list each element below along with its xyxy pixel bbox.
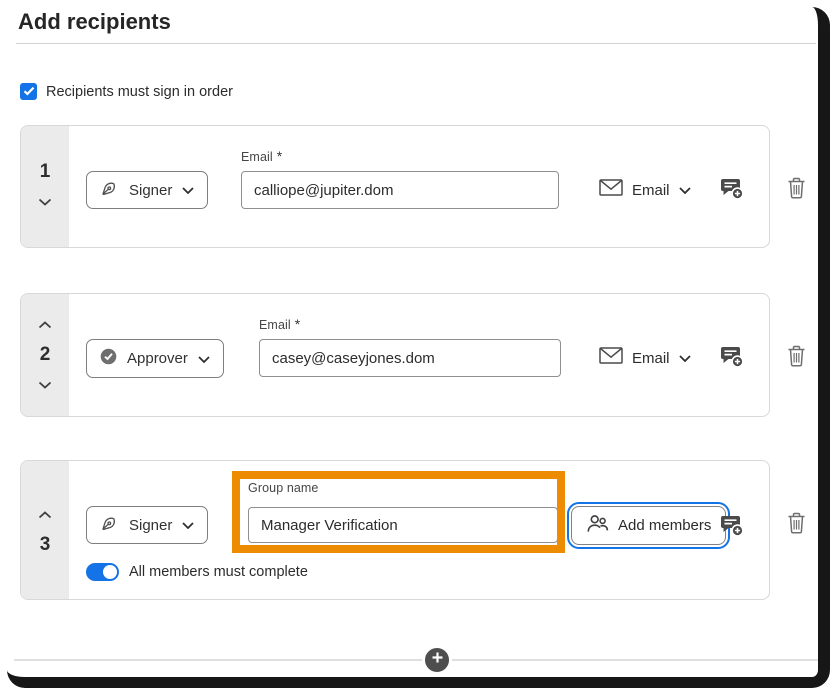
trash-icon xyxy=(786,187,807,204)
trash-icon xyxy=(786,522,807,539)
move-down-button[interactable] xyxy=(35,375,55,395)
chevron-up-icon xyxy=(38,506,52,524)
recipient-order-number: 1 xyxy=(40,161,51,183)
add-message-icon xyxy=(719,526,745,543)
pen-nib-icon xyxy=(100,513,119,537)
move-up-button[interactable] xyxy=(35,505,55,525)
add-private-message-button[interactable] xyxy=(719,513,745,544)
email-field-label: Email* xyxy=(241,148,282,164)
recipient-order-number: 2 xyxy=(40,344,51,366)
add-recipient-button[interactable] xyxy=(422,645,452,675)
add-message-icon xyxy=(719,357,745,374)
sign-in-order-checkbox[interactable] xyxy=(20,83,37,100)
focus-ring: Add members xyxy=(567,502,730,549)
role-selector[interactable]: Signer xyxy=(86,171,208,209)
delete-recipient-button[interactable] xyxy=(786,344,807,373)
bottom-divider xyxy=(14,659,818,661)
chevron-down-icon xyxy=(38,193,52,211)
trash-icon xyxy=(786,355,807,372)
delivery-method-label: Email xyxy=(632,350,670,367)
all-members-toggle-label: All members must complete xyxy=(129,564,308,580)
sign-in-order-row: Recipients must sign in order xyxy=(20,83,233,100)
recipient-card-1: 1 Signer Email* Email xyxy=(20,125,770,248)
check-circle-icon xyxy=(100,348,117,370)
delivery-method-label: Email xyxy=(632,182,670,199)
recipient-order-column: 3 xyxy=(21,461,69,599)
delete-recipient-button[interactable] xyxy=(786,176,807,205)
move-up-button[interactable] xyxy=(35,315,55,335)
delivery-method-selector[interactable]: Email xyxy=(599,339,691,377)
add-private-message-button[interactable] xyxy=(719,344,745,375)
people-icon xyxy=(586,513,609,539)
all-members-toggle[interactable] xyxy=(86,563,119,581)
email-field-label: Email* xyxy=(259,316,300,332)
recipient-order-column: 1 xyxy=(21,126,69,247)
toggle-knob xyxy=(103,565,117,579)
envelope-icon xyxy=(599,179,623,201)
group-name-input[interactable] xyxy=(248,507,558,543)
delivery-method-selector[interactable]: Email xyxy=(599,171,691,209)
recipient-card-3: 3 Signer Group name Add members All memb… xyxy=(20,460,770,600)
chevron-down-icon xyxy=(38,376,52,394)
add-members-button[interactable]: Add members xyxy=(571,506,726,545)
role-label: Signer xyxy=(129,182,172,199)
email-input[interactable] xyxy=(259,339,561,377)
role-selector[interactable]: Approver xyxy=(86,339,224,378)
role-label: Approver xyxy=(127,350,188,367)
recipient-card-2: 2 Approver Email* Email xyxy=(20,293,770,417)
delete-recipient-button[interactable] xyxy=(786,511,807,540)
move-down-button[interactable] xyxy=(35,192,55,212)
chevron-down-icon xyxy=(182,181,194,199)
recipient-order-number: 3 xyxy=(40,534,51,556)
add-members-label: Add members xyxy=(618,517,711,534)
envelope-icon xyxy=(599,347,623,369)
sign-in-order-label: Recipients must sign in order xyxy=(46,84,233,100)
group-name-label: Group name xyxy=(248,481,318,495)
chevron-down-icon xyxy=(182,516,194,534)
chevron-down-icon xyxy=(679,181,691,199)
plus-icon xyxy=(431,651,444,669)
recipient-order-column: 2 xyxy=(21,294,69,416)
chevron-down-icon xyxy=(679,349,691,367)
chevron-down-icon xyxy=(198,350,210,368)
add-private-message-button[interactable] xyxy=(719,176,745,207)
required-asterisk: * xyxy=(295,316,301,332)
pen-nib-icon xyxy=(100,178,119,202)
role-label: Signer xyxy=(129,517,172,534)
header-divider xyxy=(16,43,816,44)
add-message-icon xyxy=(719,189,745,206)
page-title: Add recipients xyxy=(18,9,171,35)
chevron-up-icon xyxy=(38,316,52,334)
role-selector[interactable]: Signer xyxy=(86,506,208,544)
checkmark-icon xyxy=(23,83,35,101)
all-members-toggle-row: All members must complete xyxy=(86,563,308,581)
required-asterisk: * xyxy=(277,148,283,164)
email-input[interactable] xyxy=(241,171,559,209)
